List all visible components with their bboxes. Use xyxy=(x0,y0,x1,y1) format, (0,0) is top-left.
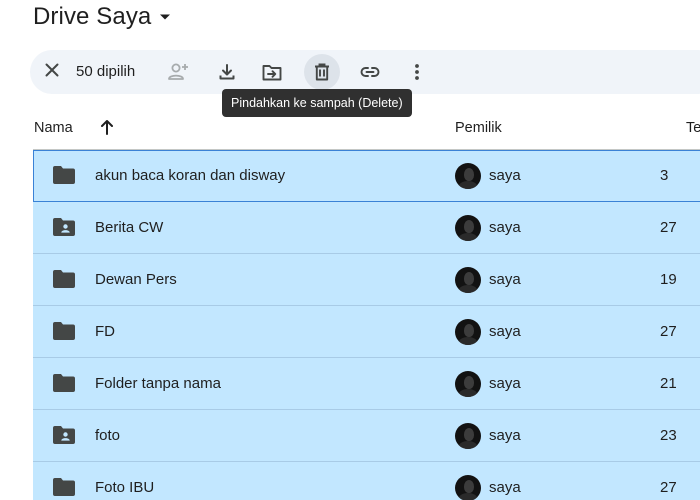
modified-date: 19 xyxy=(660,271,677,288)
download-icon xyxy=(218,63,236,81)
file-name: FD xyxy=(95,323,115,340)
file-name: foto xyxy=(95,427,121,444)
file-name: Dewan Pers xyxy=(95,271,177,288)
file-name: Berita CW xyxy=(95,219,164,236)
selected-count: 50 dipilih xyxy=(76,63,136,80)
file-list: akun baca koran dan disway saya 3 Berita… xyxy=(33,150,700,500)
modified-date: 27 xyxy=(660,219,677,236)
table-row[interactable]: foto saya 23 xyxy=(33,410,700,462)
folder-icon xyxy=(53,374,75,397)
page-title: Drive Saya xyxy=(33,3,152,30)
table-row[interactable]: Berita CW saya 27 xyxy=(33,202,700,254)
avatar xyxy=(455,371,481,397)
clear-selection-button[interactable] xyxy=(38,58,66,86)
folder-icon xyxy=(53,322,75,345)
selection-toolbar: 50 dipilih xyxy=(30,50,700,94)
move-button[interactable] xyxy=(254,54,290,90)
close-icon xyxy=(45,63,59,82)
column-header-modified[interactable]: Te xyxy=(686,120,700,136)
avatar xyxy=(455,475,481,500)
owner-name: saya xyxy=(489,427,521,444)
owner-name: saya xyxy=(489,167,521,184)
link-icon xyxy=(360,66,380,78)
table-row[interactable]: Dewan Pers saya 19 xyxy=(33,254,700,306)
shared-folder-icon xyxy=(53,218,75,241)
caret-down-icon xyxy=(159,13,171,21)
column-header-name[interactable]: Nama xyxy=(34,120,73,136)
move-to-folder-icon xyxy=(262,64,282,81)
owner-name: saya xyxy=(489,323,521,340)
drive-title-button[interactable]: Drive Saya xyxy=(33,2,171,32)
modified-date: 27 xyxy=(660,323,677,340)
modified-date: 23 xyxy=(660,427,677,444)
modified-date: 21 xyxy=(660,375,677,392)
folder-icon xyxy=(53,270,75,293)
file-name: akun baca koran dan disway xyxy=(95,167,286,184)
share-button[interactable] xyxy=(160,54,196,90)
owner-name: saya xyxy=(489,479,521,496)
folder-icon xyxy=(53,166,75,189)
drive-page: Drive Saya 50 dipilih Nama Pemilik Te ak… xyxy=(0,0,700,500)
share-person-add-icon xyxy=(167,62,189,82)
avatar xyxy=(455,163,481,189)
avatar xyxy=(455,267,481,293)
column-header-owner[interactable]: Pemilik xyxy=(455,120,502,136)
table-row[interactable]: FD saya 27 xyxy=(33,306,700,358)
trash-tooltip: Pindahkan ke sampah (Delete) xyxy=(222,89,412,117)
arrow-up-icon[interactable] xyxy=(99,118,115,141)
more-vert-icon xyxy=(414,63,420,81)
owner-name: saya xyxy=(489,219,521,236)
modified-date: 27 xyxy=(660,479,677,496)
avatar xyxy=(455,215,481,241)
copy-link-button[interactable] xyxy=(352,54,388,90)
owner-name: saya xyxy=(489,271,521,288)
file-name: Foto IBU xyxy=(95,479,155,496)
modified-date: 3 xyxy=(660,167,669,184)
move-to-trash-button[interactable] xyxy=(304,54,340,90)
table-row[interactable]: Foto IBU saya 27 xyxy=(33,462,700,500)
file-name: Folder tanpa nama xyxy=(95,375,221,392)
trash-icon xyxy=(314,63,330,81)
avatar xyxy=(455,423,481,449)
table-row[interactable]: akun baca koran dan disway saya 3 xyxy=(33,150,700,202)
more-actions-button[interactable] xyxy=(399,54,435,90)
owner-name: saya xyxy=(489,375,521,392)
shared-folder-icon xyxy=(53,426,75,449)
table-row[interactable]: Folder tanpa nama saya 21 xyxy=(33,358,700,410)
download-button[interactable] xyxy=(209,54,245,90)
avatar xyxy=(455,319,481,345)
folder-icon xyxy=(53,478,75,500)
